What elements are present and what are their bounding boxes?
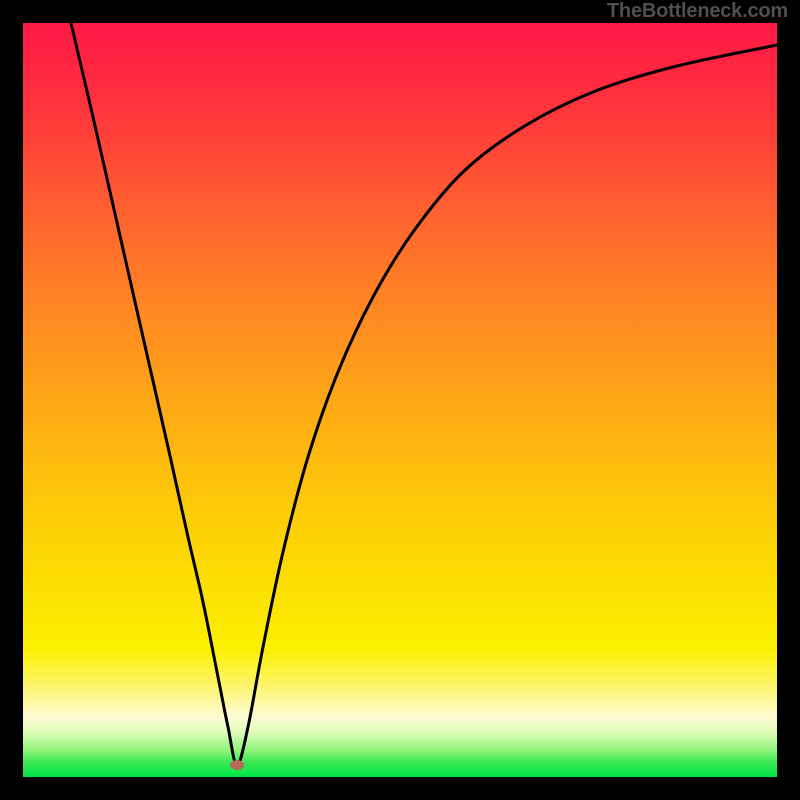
gradient-background xyxy=(23,23,777,777)
plot-area xyxy=(23,23,777,777)
attribution-text: TheBottleneck.com xyxy=(607,0,788,23)
